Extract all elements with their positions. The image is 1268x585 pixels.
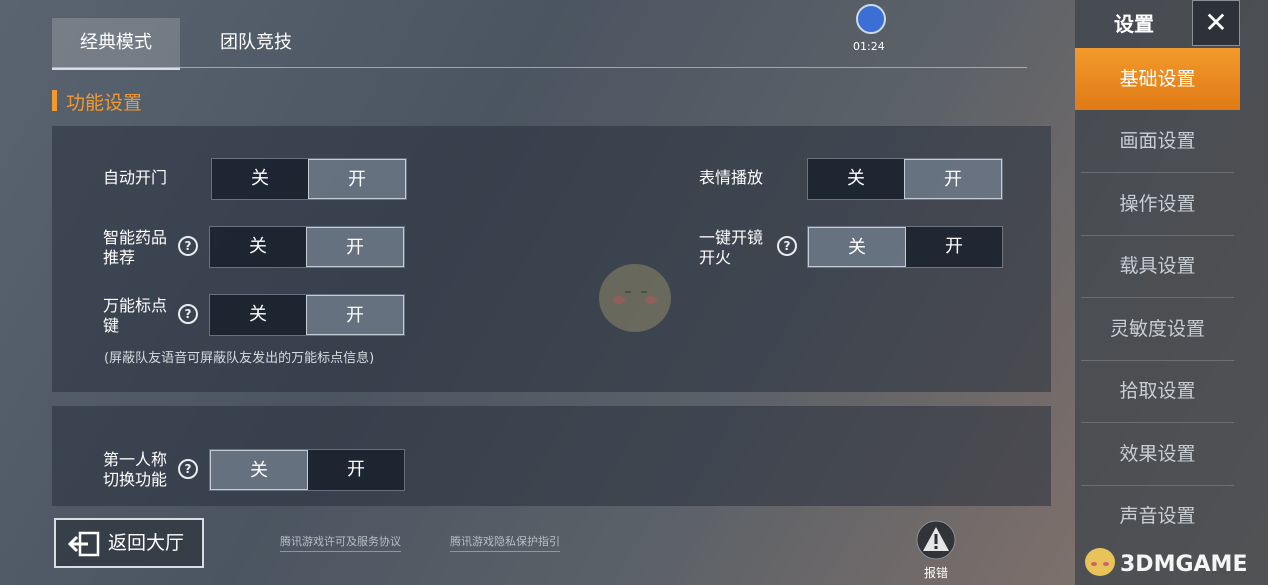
med-recommend-label-line2: 推荐 bbox=[103, 248, 136, 267]
sidebar-item-sensitivity[interactable]: 灵敏度设置 bbox=[1081, 298, 1234, 361]
auto-door-toggle: 关 开 bbox=[211, 158, 407, 200]
auto-door-label: 自动开门 bbox=[103, 168, 168, 187]
med-recommend-help-icon[interactable]: ? bbox=[178, 236, 198, 256]
med-recommend-label-line1: 智能药品 bbox=[103, 228, 168, 247]
exit-icon bbox=[68, 531, 100, 557]
marker-key-label: 万能标点 键 bbox=[103, 296, 167, 336]
sidebar-item-controls[interactable]: 操作设置 bbox=[1081, 173, 1234, 236]
marker-key-toggle: 关 开 bbox=[209, 294, 405, 336]
sidebar-item-vehicle[interactable]: 载具设置 bbox=[1081, 235, 1234, 298]
emote-play-on[interactable]: 开 bbox=[904, 159, 1002, 199]
sidebar-item-sound[interactable]: 声音设置 bbox=[1081, 485, 1234, 547]
first-person-help-icon[interactable]: ? bbox=[178, 459, 198, 479]
emote-play-label: 表情播放 bbox=[699, 168, 764, 187]
auto-door-on[interactable]: 开 bbox=[308, 159, 406, 199]
sidebar-item-effects[interactable]: 效果设置 bbox=[1081, 423, 1234, 486]
emote-play-off[interactable]: 关 bbox=[808, 159, 904, 199]
marker-key-note: (屏蔽队友语音可屏蔽队友发出的万能标点信息) bbox=[104, 351, 375, 366]
warning-icon bbox=[916, 520, 956, 560]
first-person-label-line2: 切换功能 bbox=[103, 470, 168, 489]
first-person-on[interactable]: 开 bbox=[308, 450, 404, 490]
med-recommend-off[interactable]: 关 bbox=[210, 227, 306, 267]
privacy-link[interactable]: 腾讯游戏隐私保护指引 bbox=[450, 533, 560, 552]
record-time: 01:24 bbox=[853, 40, 885, 53]
marker-key-label-line1: 万能标点 bbox=[103, 296, 168, 315]
med-recommend-label: 智能药品 推荐 bbox=[103, 228, 167, 268]
back-to-lobby-button[interactable]: 返回大厅 bbox=[54, 518, 204, 568]
first-person-label: 第一人称 切换功能 bbox=[103, 450, 167, 490]
back-label: 返回大厅 bbox=[108, 532, 185, 554]
sidebar-item-basic[interactable]: 基础设置 bbox=[1075, 48, 1240, 110]
scope-fire-toggle: 关 开 bbox=[807, 226, 1003, 268]
section-title: 功能设置 bbox=[66, 92, 143, 114]
sidebar-item-graphics[interactable]: 画面设置 bbox=[1081, 110, 1234, 173]
scope-fire-label-line2: 开火 bbox=[699, 248, 732, 267]
record-icon[interactable] bbox=[856, 4, 886, 34]
first-person-off[interactable]: 关 bbox=[210, 450, 308, 490]
sidebar-title: 设置 bbox=[1114, 12, 1154, 36]
report-button[interactable]: 报错 bbox=[910, 520, 962, 581]
marker-key-off[interactable]: 关 bbox=[210, 295, 306, 335]
marker-key-on[interactable]: 开 bbox=[306, 295, 404, 335]
mascot-icon bbox=[599, 264, 671, 332]
tab-divider bbox=[52, 67, 1027, 68]
license-link[interactable]: 腾讯游戏许可及服务协议 bbox=[280, 533, 401, 552]
tab-classic[interactable]: 经典模式 bbox=[52, 18, 180, 70]
scope-fire-label-line1: 一键开镜 bbox=[699, 228, 764, 247]
tab-team[interactable]: 团队竞技 bbox=[192, 18, 320, 68]
scope-fire-help-icon[interactable]: ? bbox=[777, 236, 797, 256]
scope-fire-label: 一键开镜 开火 bbox=[699, 228, 763, 268]
scope-fire-off[interactable]: 关 bbox=[808, 227, 906, 267]
med-recommend-toggle: 关 开 bbox=[209, 226, 405, 268]
auto-door-off[interactable]: 关 bbox=[212, 159, 308, 199]
view-panel bbox=[52, 406, 1051, 506]
first-person-label-line1: 第一人称 bbox=[103, 450, 168, 469]
marker-key-help-icon[interactable]: ? bbox=[178, 304, 198, 324]
med-recommend-on[interactable]: 开 bbox=[306, 227, 404, 267]
sidebar-item-pickup[interactable]: 拾取设置 bbox=[1081, 360, 1234, 423]
scope-fire-on[interactable]: 开 bbox=[906, 227, 1002, 267]
first-person-toggle: 关 开 bbox=[209, 449, 405, 491]
report-label: 报错 bbox=[923, 566, 948, 580]
marker-key-label-line2: 键 bbox=[103, 316, 120, 335]
emote-play-toggle: 关 开 bbox=[807, 158, 1003, 200]
section-marker bbox=[52, 90, 57, 111]
watermark-logo-icon bbox=[1085, 548, 1115, 576]
watermark-text: 3DMGAME bbox=[1120, 552, 1248, 577]
close-icon[interactable]: ✕ bbox=[1192, 0, 1240, 46]
